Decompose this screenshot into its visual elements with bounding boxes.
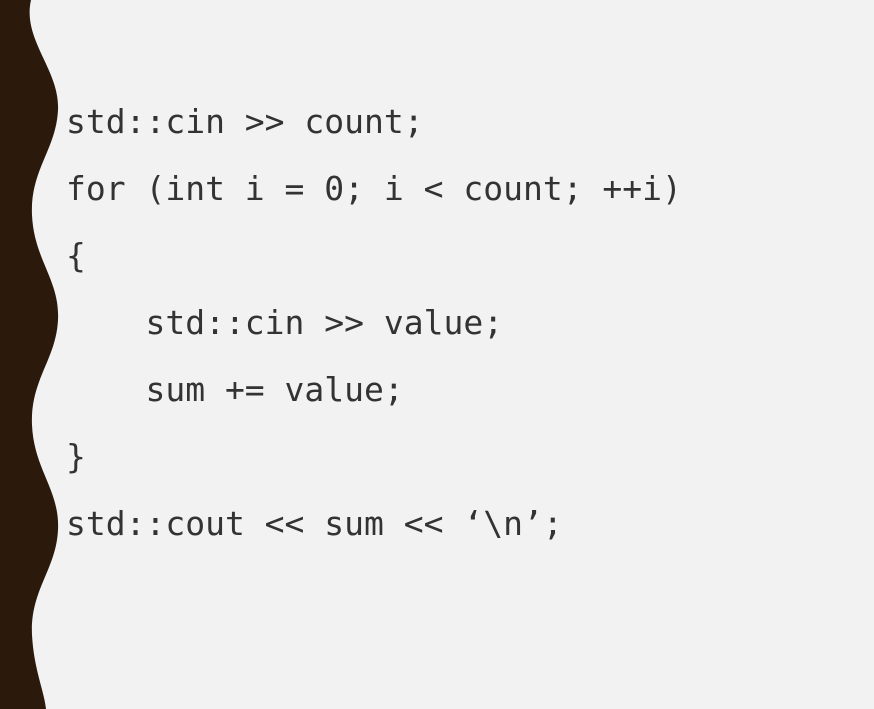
code-block: std::cin >> count; for (int i = 0; i < c… — [66, 88, 682, 557]
code-line-read-value: std::cin >> value; — [66, 303, 504, 342]
slide: std::cin >> count; for (int i = 0; i < c… — [0, 0, 874, 709]
code-line-close-brace: } — [66, 437, 86, 476]
code-line-output-sum: std::cout << sum << ‘\n’; — [66, 504, 563, 543]
wavy-left-edge — [0, 0, 59, 709]
code-line-sum-add: sum += value; — [66, 370, 404, 409]
code-line-read-count: std::cin >> count; — [66, 102, 424, 141]
code-line-for-loop: for (int i = 0; i < count; ++i) — [66, 169, 682, 208]
code-line-open-brace: { — [66, 236, 86, 275]
